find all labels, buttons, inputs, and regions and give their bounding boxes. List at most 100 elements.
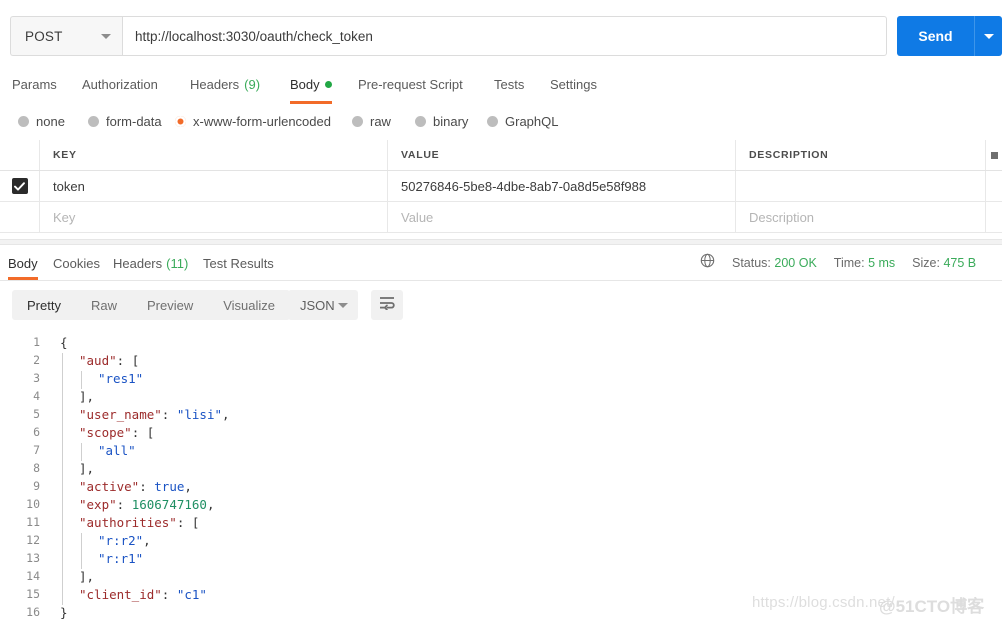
code-line: "r:r1" xyxy=(98,551,143,566)
header-key-cell: KEY xyxy=(40,140,388,170)
radio-icon xyxy=(88,115,99,127)
body-type-radio-raw[interactable]: raw xyxy=(352,108,391,134)
row-actions-cell xyxy=(986,171,1002,201)
view-mode-raw[interactable]: Raw xyxy=(76,290,132,320)
body-type-radio-x-www-form-urlencoded[interactable]: x-www-form-urlencoded xyxy=(175,108,331,134)
response-tab-label: Test Results xyxy=(203,255,274,271)
table-header-row: KEY VALUE DESCRIPTION xyxy=(0,140,1002,171)
code-token: : xyxy=(116,497,132,512)
code-token: : [ xyxy=(176,515,200,530)
code-line-number: 11 xyxy=(26,515,40,529)
request-tab-authorization[interactable]: Authorization xyxy=(82,68,158,100)
code-line: "active": true, xyxy=(79,479,192,494)
body-type-radio-form-data[interactable]: form-data xyxy=(88,108,162,134)
view-mode-group: Pretty Raw Preview Visualize xyxy=(12,290,291,320)
request-tab-label: Headers xyxy=(190,76,240,92)
code-line: "aud": [ xyxy=(79,353,139,368)
request-tab-label: Authorization xyxy=(82,76,158,92)
params-table: KEY VALUE DESCRIPTION token 50276846-5be… xyxy=(0,140,1002,233)
code-line-number: 1 xyxy=(33,335,40,349)
response-time: Time: 5 ms xyxy=(834,256,895,270)
bulk-edit-icon[interactable] xyxy=(990,151,998,159)
status-label: Status: xyxy=(732,256,771,270)
response-body-viewer[interactable]: 1 2 3 4 5 6 7 8 9 10 11 12 13 14 15 16 {"aud": ["res1"]… xyxy=(0,328,1002,622)
view-mode-preview[interactable]: Preview xyxy=(132,290,208,320)
row-description-cell[interactable] xyxy=(736,171,986,201)
response-divider xyxy=(0,280,1002,281)
http-method-dropdown[interactable]: POST xyxy=(10,16,122,56)
code-token: : xyxy=(139,479,155,494)
word-wrap-button[interactable] xyxy=(371,290,403,320)
code-token: "lisi" xyxy=(176,407,223,422)
code-line-number: 10 xyxy=(26,497,40,511)
empty-row-value-cell[interactable]: Value xyxy=(388,202,736,232)
view-mode-visualize[interactable]: Visualize xyxy=(208,290,290,320)
header-value-cell: VALUE xyxy=(388,140,736,170)
empty-row-check-cell xyxy=(0,202,40,232)
code-line-number: 15 xyxy=(26,587,40,601)
code-fold-guide xyxy=(62,353,63,605)
code-line: ], xyxy=(79,389,94,404)
view-mode-pretty[interactable]: Pretty xyxy=(12,290,76,320)
body-type-radio-graphql[interactable]: GraphQL xyxy=(487,108,558,134)
code-area[interactable]: {"aud": ["res1"], "user_name": "lisi", "sc… xyxy=(48,328,1002,622)
row-key-cell[interactable]: token xyxy=(40,171,388,201)
body-type-radio-label: raw xyxy=(370,113,391,129)
code-token: : [ xyxy=(131,425,155,440)
body-type-radio-none[interactable]: none xyxy=(18,108,65,134)
empty-row-key-cell[interactable]: Key xyxy=(40,202,388,232)
row-checkbox[interactable] xyxy=(11,178,28,194)
code-token: , xyxy=(222,407,230,422)
radio-icon xyxy=(415,115,426,127)
body-type-radio-label: none xyxy=(36,113,65,129)
radio-icon xyxy=(18,115,29,127)
code-line: "user_name": "lisi", xyxy=(79,407,230,422)
request-tab-pre-request-script[interactable]: Pre-request Script xyxy=(358,68,463,100)
table-row-empty[interactable]: Key Value Description xyxy=(0,202,1002,233)
code-token: ], xyxy=(79,461,95,476)
request-url-bar: POST Send xyxy=(0,0,1002,68)
code-token: : xyxy=(161,587,177,602)
request-tab-label: Settings xyxy=(550,76,597,92)
request-tab-settings[interactable]: Settings xyxy=(550,68,597,100)
body-type-radio-binary[interactable]: binary xyxy=(415,108,468,134)
body-type-radio-label: GraphQL xyxy=(505,113,559,129)
request-tab-tests[interactable]: Tests xyxy=(494,68,524,100)
response-tab-cookies[interactable]: Cookies xyxy=(53,250,100,276)
code-line: ], xyxy=(79,461,94,476)
send-options-dropdown[interactable] xyxy=(974,16,1002,56)
code-fold-guide xyxy=(81,533,82,569)
code-line: } xyxy=(60,605,68,620)
response-tab-test-results[interactable]: Test Results xyxy=(203,250,274,276)
empty-row-key-placeholder: Key xyxy=(53,209,76,225)
row-value-cell[interactable]: 50276846-5be8-4dbe-8ab7-0a8d5e58f988 xyxy=(388,171,736,201)
empty-row-value-placeholder: Value xyxy=(401,209,434,225)
response-tab-label: Cookies xyxy=(53,255,100,271)
send-button[interactable]: Send xyxy=(897,16,974,56)
status-code: Status: 200 OK xyxy=(732,256,817,270)
response-tab-headers[interactable]: Headers (11) xyxy=(113,250,188,276)
chevron-down-icon xyxy=(338,302,348,308)
row-key-text: token xyxy=(53,178,85,194)
request-tab-body[interactable]: Body xyxy=(290,68,332,104)
response-tab-body[interactable]: Body xyxy=(8,250,38,280)
request-tab-label: Tests xyxy=(494,76,525,92)
radio-icon xyxy=(352,115,363,127)
radio-icon xyxy=(175,115,186,127)
request-tab-params[interactable]: Params xyxy=(12,68,57,100)
code-line-number: 13 xyxy=(26,551,40,565)
response-format-dropdown[interactable]: JSON xyxy=(288,290,358,320)
empty-row-description-cell[interactable]: Description xyxy=(736,202,986,232)
code-token: "res1" xyxy=(98,371,144,386)
code-fold-guide xyxy=(81,371,82,389)
body-type-radio-label: form-data xyxy=(106,113,162,129)
code-line: { xyxy=(60,335,68,350)
code-line: ], xyxy=(79,569,94,584)
url-input[interactable] xyxy=(122,16,887,56)
empty-row-actions-cell xyxy=(986,202,1002,232)
code-token: , xyxy=(143,533,151,548)
table-row[interactable]: token 50276846-5be8-4dbe-8ab7-0a8d5e58f9… xyxy=(0,171,1002,202)
response-status-bar: Status: 200 OK Time: 5 ms Size: 475 B Sa… xyxy=(700,250,1002,276)
empty-row-description-placeholder: Description xyxy=(749,209,815,225)
request-tab-headers[interactable]: Headers (9) xyxy=(190,68,260,100)
